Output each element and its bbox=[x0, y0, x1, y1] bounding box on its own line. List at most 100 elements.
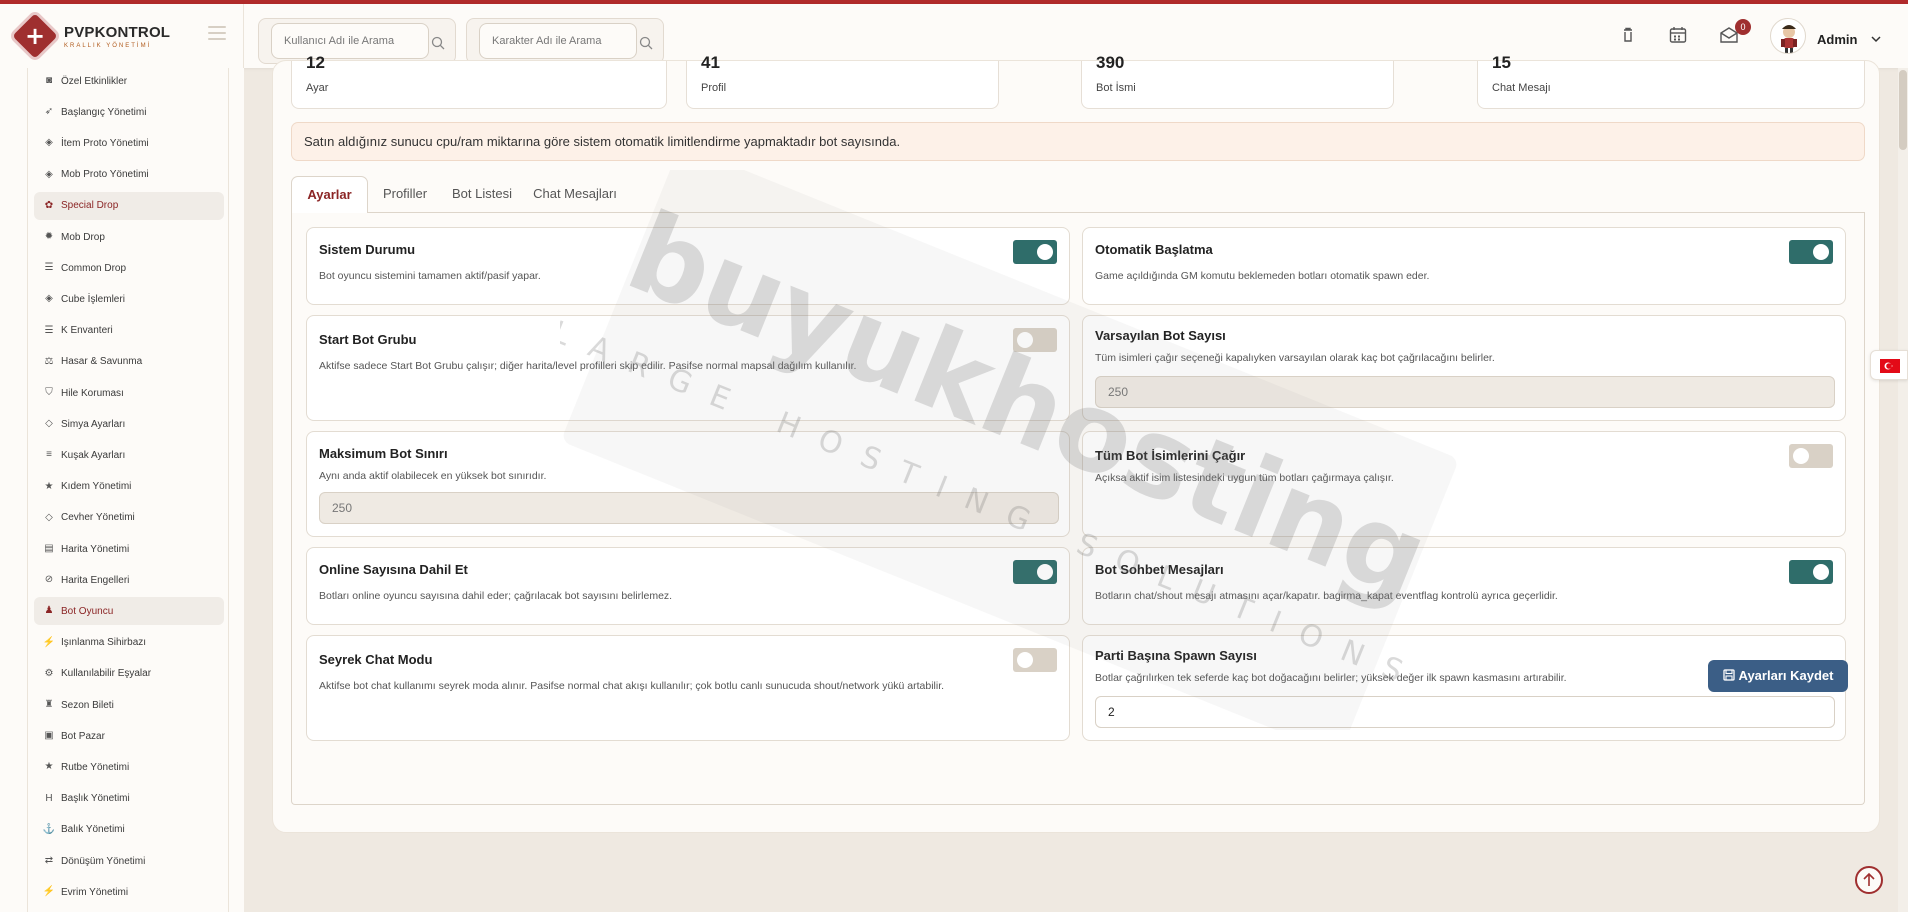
sidebar-item[interactable]: ★ Kıdem Yönetimi bbox=[34, 473, 224, 501]
trash-icon[interactable] bbox=[1617, 24, 1639, 46]
sidebar-item[interactable]: ◙ Özel Etkinlikler bbox=[34, 67, 224, 95]
language-flag[interactable] bbox=[1870, 350, 1908, 380]
user-name[interactable]: Admin bbox=[1817, 32, 1857, 47]
sidebar-item[interactable]: ▣ Bot Pazar bbox=[34, 722, 224, 750]
sidebar-item[interactable]: H Başlık Yönetimi bbox=[34, 785, 224, 813]
sidebar-item-label: Dönüşüm Yönetimi bbox=[61, 855, 146, 867]
sidebar-item[interactable]: ◇ Cevher Yönetimi bbox=[34, 504, 224, 532]
main-content: 12 Ayar 41 Profil 390 Bot İsmi 15 Chat M… bbox=[272, 53, 1880, 833]
sidebar-item[interactable]: ◈ Cube İşlemleri bbox=[34, 285, 224, 313]
anchor-icon: ⚓ bbox=[42, 823, 56, 835]
search-icon[interactable] bbox=[639, 36, 653, 50]
user-search-box: Kullanıcı Adı ile Arama bbox=[258, 18, 456, 64]
setting-bot-sohbet: Bot Sohbet Mesajları Botların chat/shout… bbox=[1082, 547, 1846, 625]
sidebar-item-label: Bot Pazar bbox=[61, 730, 105, 742]
tab-chat-mesajlari[interactable]: Chat Mesajları bbox=[525, 176, 625, 213]
setting-description: Bot oyuncu sistemini tamamen aktif/pasif… bbox=[319, 270, 541, 282]
sidebar-item[interactable]: ▤ Harita Yönetimi bbox=[34, 535, 224, 563]
tab-ayarlar[interactable]: Ayarlar bbox=[291, 176, 368, 214]
tum-bot-isimleri-toggle[interactable] bbox=[1789, 444, 1833, 468]
sidebar-item[interactable]: ✿ Special Drop bbox=[34, 191, 224, 220]
sidebar-item[interactable]: ⚡ Evrim Yönetimi bbox=[34, 878, 224, 906]
sidebar-item[interactable]: ➶ Başlangıç Yönetimi bbox=[34, 98, 224, 126]
gamepad-icon: ◙ bbox=[45, 75, 53, 86]
ban-icon: ⊘ bbox=[44, 574, 54, 586]
stat-label: Ayar bbox=[306, 82, 329, 94]
stat-label: Bot İsmi bbox=[1096, 82, 1136, 94]
sidebar-item-label: Başlangıç Yönetimi bbox=[61, 106, 147, 118]
bot-sohbet-toggle[interactable] bbox=[1789, 560, 1833, 584]
parti-spawn-input[interactable]: 2 bbox=[1095, 696, 1835, 728]
save-settings-button[interactable]: Ayarları Kaydet bbox=[1708, 660, 1848, 692]
setting-title: Varsayılan Bot Sayısı bbox=[1095, 328, 1226, 343]
cube-icon: ◈ bbox=[45, 137, 53, 149]
user-search-input[interactable]: Kullanıcı Adı ile Arama bbox=[271, 23, 429, 59]
sidebar-item[interactable]: ✹ Mob Drop bbox=[34, 223, 224, 251]
scale-icon: ⚖ bbox=[44, 355, 54, 367]
online-sayisi-toggle[interactable] bbox=[1013, 560, 1057, 584]
sidebar-item-label: Mob Drop bbox=[61, 231, 105, 243]
sidebar-item-label: Mob Proto Yönetimi bbox=[61, 169, 149, 181]
sidebar-item[interactable]: ⛉ Hile Koruması bbox=[34, 379, 224, 407]
sidebar-item[interactable]: ★ Rutbe Yönetimi bbox=[34, 753, 224, 781]
sidebar-item[interactable]: ⚓ Balık Yönetimi bbox=[34, 816, 224, 844]
seyrek-chat-toggle[interactable] bbox=[1013, 648, 1057, 672]
avatar[interactable] bbox=[1770, 18, 1806, 54]
wand-icon: ⚡ bbox=[42, 636, 56, 648]
sistem-durumu-toggle[interactable] bbox=[1013, 240, 1057, 264]
search-icon[interactable] bbox=[431, 36, 445, 50]
sidebar-item-label: Işınlanma Sihirbazı bbox=[61, 637, 147, 649]
tab-bot-listesi[interactable]: Bot Listesi bbox=[446, 176, 518, 213]
stat-value: 41 bbox=[701, 53, 720, 72]
setting-description: Botlar çağrılırken tek seferde kaç bot d… bbox=[1095, 672, 1567, 684]
start-bot-grubu-toggle[interactable] bbox=[1013, 328, 1057, 352]
sidebar-item[interactable]: ≡ Kuşak Ayarları bbox=[34, 441, 224, 469]
sidebar-item[interactable]: ♟ Bot Oyuncu bbox=[34, 597, 224, 626]
sidebar-item[interactable]: ⊘ Harita Engelleri bbox=[34, 566, 224, 594]
character-search-box: Karakter Adı ile Arama bbox=[466, 18, 664, 64]
star-icon: ★ bbox=[44, 761, 54, 773]
tab-profiller[interactable]: Profiller bbox=[375, 176, 435, 213]
otomatik-baslatma-toggle[interactable] bbox=[1789, 240, 1833, 264]
scrollbar-thumb[interactable] bbox=[1899, 70, 1907, 150]
sidebar-item[interactable]: ⚙ Kullanılabilir Eşyalar bbox=[34, 660, 224, 688]
stat-card-ayar: 12 Ayar bbox=[291, 53, 667, 109]
star-icon: ★ bbox=[44, 480, 54, 492]
sidebar-item-label: Kıdem Yönetimi bbox=[61, 481, 132, 493]
sidebar-item[interactable]: ◈ Mob Proto Yönetimi bbox=[34, 161, 224, 189]
stat-value: 12 bbox=[306, 53, 325, 72]
setting-maksimum-bot-siniri: Maksimum Bot Sınırı Aynı anda aktif olab… bbox=[306, 431, 1070, 537]
sidebar-item-label: Hasar & Savunma bbox=[61, 356, 143, 368]
character-search-input[interactable]: Karakter Adı ile Arama bbox=[479, 23, 637, 59]
setting-title: Seyrek Chat Modu bbox=[319, 652, 433, 667]
sidebar-item[interactable]: ☰ K Envanteri bbox=[34, 317, 224, 345]
robot-icon: ♟ bbox=[44, 605, 54, 617]
scroll-to-top-button[interactable] bbox=[1855, 866, 1883, 894]
arrow-up-icon bbox=[1863, 872, 1875, 886]
sidebar-item[interactable]: ◈ İtem Proto Yönetimi bbox=[34, 129, 224, 157]
sidebar-item[interactable]: ⚖ Hasar & Savunma bbox=[34, 348, 224, 376]
trophy-icon: ♜ bbox=[44, 699, 54, 710]
sidebar-item[interactable]: ☰ Common Drop bbox=[34, 254, 224, 282]
rocket-icon: ➶ bbox=[44, 106, 54, 118]
varsayilan-bot-sayisi-input[interactable]: 250 bbox=[1095, 376, 1835, 408]
stat-value: 15 bbox=[1492, 53, 1511, 72]
brand[interactable]: + PVPKONTROL KRALLIK YÖNETİMİ bbox=[0, 4, 244, 68]
setting-description: Botları online oyuncu sayısına dahil ede… bbox=[319, 590, 673, 602]
setting-description: Game açıldığında GM komutu beklemeden bo… bbox=[1095, 270, 1430, 282]
chevron-down-icon[interactable] bbox=[1870, 34, 1882, 44]
sidebar-item[interactable]: ⇄ Dönüşüm Yönetimi bbox=[34, 847, 224, 875]
sidebar-item[interactable]: ♜ Sezon Bileti bbox=[34, 691, 224, 719]
setting-description: Botların chat/shout mesajı atmasını açar… bbox=[1095, 590, 1558, 602]
calendar-icon[interactable] bbox=[1667, 24, 1689, 46]
save-icon bbox=[1722, 669, 1735, 681]
sidebar-item[interactable]: ⚡ Işınlanma Sihirbazı bbox=[34, 629, 224, 657]
sidebar-item[interactable]: ◇ Simya Ayarları bbox=[34, 410, 224, 438]
setting-description: Tüm isimleri çağır seçeneği kapalıyken v… bbox=[1095, 352, 1495, 364]
maksimum-bot-siniri-input[interactable]: 250 bbox=[319, 492, 1059, 524]
menu-toggle-icon[interactable] bbox=[208, 26, 226, 40]
stat-value: 390 bbox=[1096, 53, 1125, 72]
shield-icon: ⛉ bbox=[45, 387, 53, 398]
setting-title: Start Bot Grubu bbox=[319, 332, 417, 347]
scrollbar[interactable] bbox=[1898, 68, 1908, 912]
